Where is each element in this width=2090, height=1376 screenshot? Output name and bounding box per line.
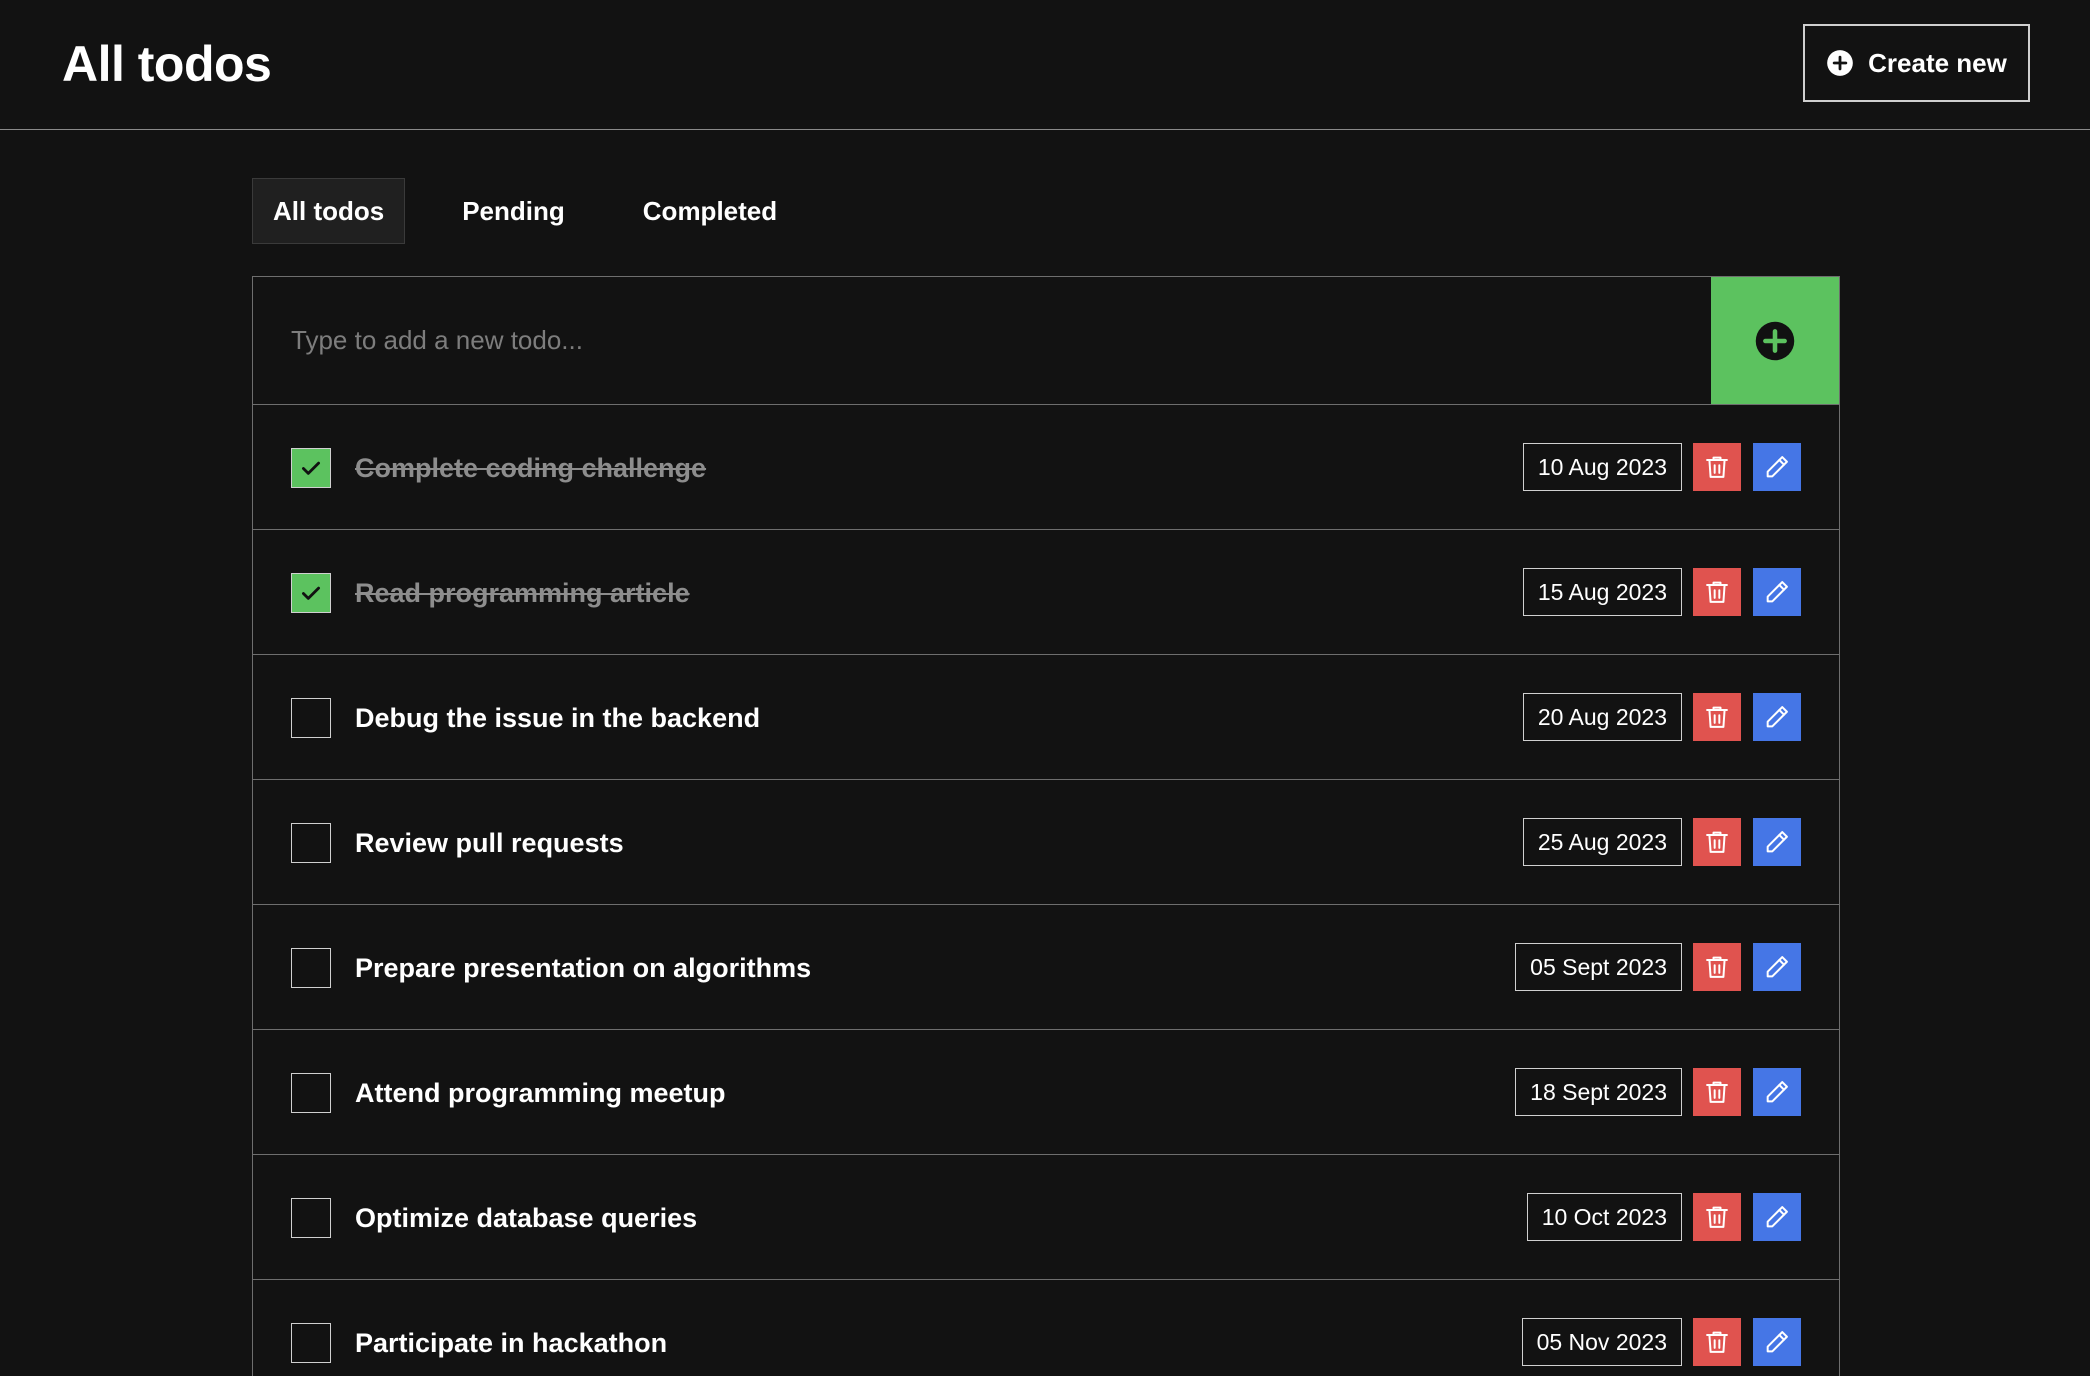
todo-checkbox[interactable] [291,823,331,863]
todo-title: Prepare presentation on algorithms [355,953,812,983]
pencil-icon [1766,1081,1788,1103]
add-todo-row [253,277,1839,405]
edit-button[interactable] [1753,1318,1801,1366]
trash-icon [1706,956,1728,978]
pencil-icon [1766,1206,1788,1228]
todo-actions: 15 Aug 2023 [1522,568,1801,616]
checkmark-icon [302,461,320,475]
trash-icon [1706,456,1728,478]
tab-pending[interactable]: Pending [441,178,586,244]
create-new-button[interactable]: Create new [1803,24,2030,102]
todo-checkbox[interactable] [291,1323,331,1363]
todo-checkbox[interactable] [291,948,331,988]
todo-checkbox[interactable] [291,1198,331,1238]
todo-actions: 20 Aug 2023 [1522,693,1801,741]
tab-completed[interactable]: Completed [622,178,798,244]
todo-title: Attend programming meetup [355,1078,726,1108]
todo-date: 10 Oct 2023 [1526,1193,1682,1241]
header: All todos Create new [0,0,2090,130]
delete-button[interactable] [1693,568,1741,616]
add-todo-button[interactable] [1711,277,1839,404]
todo-date: 10 Aug 2023 [1522,443,1682,491]
trash-icon [1706,706,1728,728]
trash-icon [1706,1206,1728,1228]
trash-icon [1706,1081,1728,1103]
delete-button[interactable] [1693,943,1741,991]
todo-item: Complete coding challenge 10 Aug 2023 [253,405,1839,530]
edit-button[interactable] [1753,1068,1801,1116]
pencil-icon [1766,581,1788,603]
todo-actions: 10 Aug 2023 [1522,443,1801,491]
edit-button[interactable] [1753,1193,1801,1241]
create-new-label: Create new [1868,47,2007,78]
edit-button[interactable] [1753,943,1801,991]
tab-all-todos[interactable]: All todos [252,178,406,244]
todo-title: Complete coding challenge [355,453,707,483]
todo-item: Participate in hackathon 05 Nov 2023 [253,1280,1839,1376]
edit-button[interactable] [1753,443,1801,491]
todo-date: 05 Nov 2023 [1521,1318,1682,1366]
delete-button[interactable] [1693,1318,1741,1366]
pencil-icon [1766,706,1788,728]
pencil-icon [1766,1331,1788,1353]
plus-circle-icon [1827,50,1853,76]
todo-actions: 18 Sept 2023 [1515,1068,1801,1116]
todo-title: Optimize database queries [355,1203,698,1233]
todo-item: Attend programming meetup 18 Sept 2023 [253,1030,1839,1155]
todo-checkbox[interactable] [291,448,331,488]
delete-button[interactable] [1693,1193,1741,1241]
page-title: All todos [62,36,272,92]
todo-item: Review pull requests 25 Aug 2023 [253,780,1839,905]
todo-date: 18 Sept 2023 [1515,1068,1682,1116]
todo-item: Optimize database queries 10 Oct 2023 [253,1155,1839,1280]
edit-button[interactable] [1753,818,1801,866]
todo-date: 25 Aug 2023 [1522,818,1682,866]
todo-actions: 10 Oct 2023 [1526,1193,1801,1241]
todo-title: Review pull requests [355,828,624,858]
todo-checkbox[interactable] [291,1073,331,1113]
filter-tabs: All todos Pending Completed [252,178,834,244]
pencil-icon [1766,456,1788,478]
plus-circle-icon [1755,321,1795,360]
new-todo-input[interactable] [253,277,1711,404]
todo-item: Prepare presentation on algorithms 05 Se… [253,905,1839,1030]
todo-item: Read programming article 15 Aug 2023 [253,530,1839,655]
todo-app: All todos Create new All todos Pending C… [0,0,2090,1376]
todo-title: Read programming article [355,578,690,608]
checkmark-icon [302,586,320,600]
trash-icon [1706,581,1728,603]
todo-checkbox[interactable] [291,573,331,613]
pencil-icon [1766,956,1788,978]
todo-rows: Complete coding challenge 10 Aug 2023 Re… [253,405,1839,1376]
todo-title: Debug the issue in the backend [355,703,761,733]
delete-button[interactable] [1693,818,1741,866]
todo-date: 20 Aug 2023 [1522,693,1682,741]
delete-button[interactable] [1693,693,1741,741]
trash-icon [1706,1331,1728,1353]
todo-checkbox[interactable] [291,698,331,738]
edit-button[interactable] [1753,693,1801,741]
todo-date: 15 Aug 2023 [1522,568,1682,616]
todo-actions: 25 Aug 2023 [1522,818,1801,866]
todo-actions: 05 Sept 2023 [1515,943,1801,991]
todo-list: Complete coding challenge 10 Aug 2023 [252,276,1840,1376]
todo-item: Debug the issue in the backend 20 Aug 20… [253,655,1839,780]
todo-date: 05 Sept 2023 [1515,943,1682,991]
todo-actions: 05 Nov 2023 [1521,1318,1801,1366]
pencil-icon [1766,831,1788,853]
delete-button[interactable] [1693,1068,1741,1116]
delete-button[interactable] [1693,443,1741,491]
trash-icon [1706,831,1728,853]
edit-button[interactable] [1753,568,1801,616]
todo-title: Participate in hackathon [355,1328,668,1358]
